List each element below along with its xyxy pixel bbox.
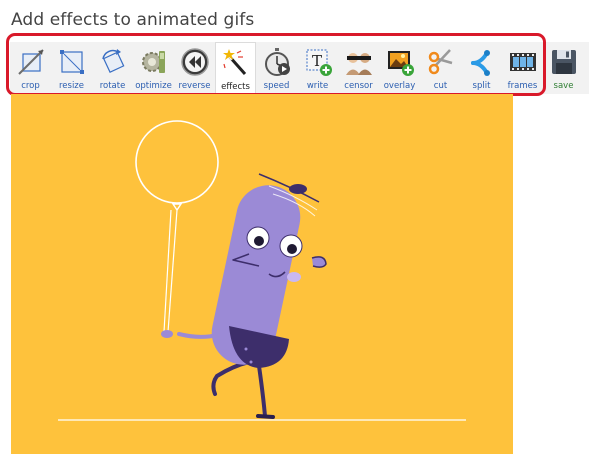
tool-save[interactable]: save <box>543 42 584 94</box>
cheek <box>287 272 301 282</box>
page-title: Add effects to animated gifs <box>11 10 255 30</box>
front-foot <box>256 414 275 419</box>
floppy-disk-icon <box>548 46 580 78</box>
gif-preview-canvas <box>11 94 513 454</box>
animated-character-illustration <box>58 120 466 421</box>
hand <box>161 330 173 338</box>
balloon <box>135 120 219 204</box>
back-leg <box>211 360 251 396</box>
tool-label: save <box>553 81 574 91</box>
toolbar-highlight-box <box>6 33 546 96</box>
balloon-knot <box>171 203 183 212</box>
ear <box>311 256 327 268</box>
front-leg <box>257 364 267 418</box>
